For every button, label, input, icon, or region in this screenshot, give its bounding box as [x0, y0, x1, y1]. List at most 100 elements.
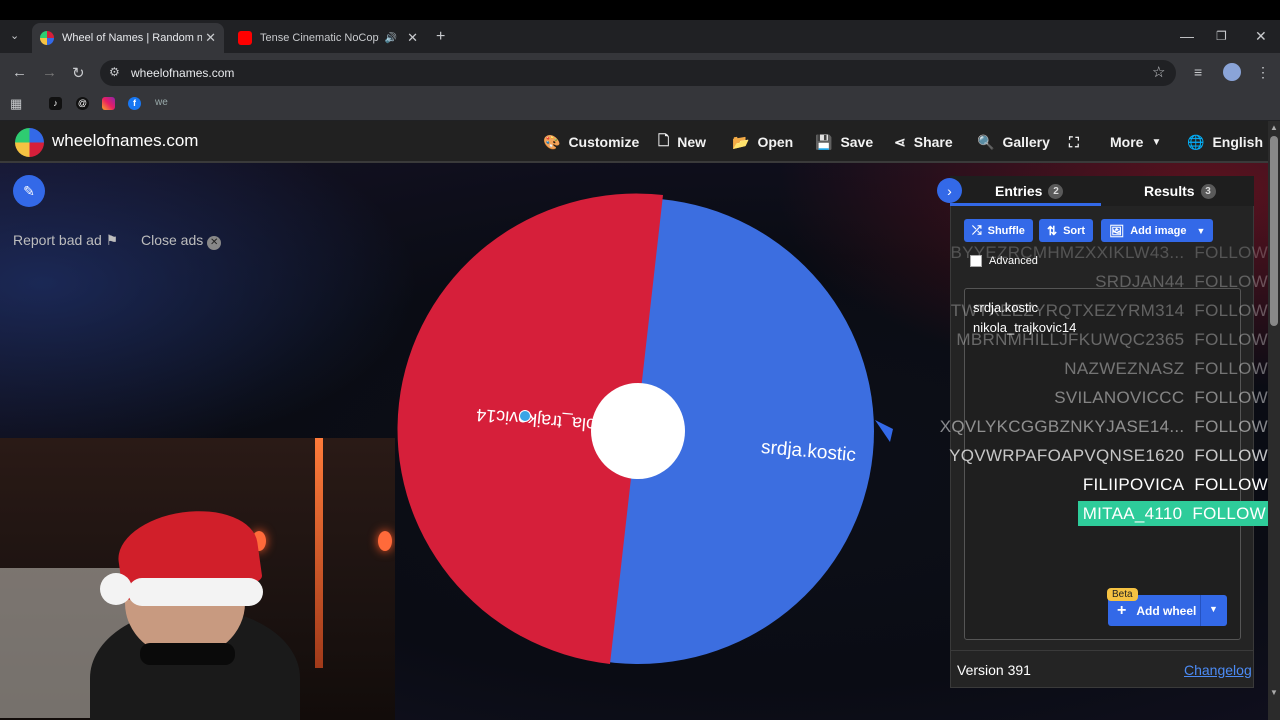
facebook-icon[interactable]: f [128, 97, 141, 110]
apps-grid-icon[interactable]: ▦ [10, 96, 22, 112]
omnibox[interactable]: ⚙ wheelofnames.com ☆ [100, 60, 1176, 86]
caret-down-icon: ▼ [1196, 225, 1206, 236]
save-icon: 💾 [815, 133, 833, 150]
webcam-overlay [0, 438, 395, 720]
shuffle-icon: ⤮ [972, 223, 982, 237]
santa-hat-trim [128, 578, 263, 606]
image-icon: 🖼 [1109, 223, 1125, 238]
tab-wheel-of-names[interactable]: Wheel of Names | Random nan ✕ [32, 23, 224, 53]
tab-results[interactable]: Results 3 [1144, 183, 1216, 199]
tab-entries[interactable]: Entries 2 [995, 183, 1064, 199]
bookmark-icon[interactable]: we [155, 97, 168, 108]
bookmark-star-icon[interactable]: ☆ [1152, 63, 1165, 81]
close-tab-icon[interactable]: ✕ [205, 30, 216, 46]
logo-icon[interactable] [15, 128, 44, 157]
close-tab-icon[interactable]: ✕ [407, 30, 418, 46]
divider [1200, 595, 1201, 626]
tab-search-icon[interactable]: ⌄ [10, 29, 19, 42]
file-icon: 🗋 [658, 132, 670, 148]
fullscreen-button[interactable]: ⛶ [1069, 133, 1087, 151]
scroll-down-icon[interactable]: ▼ [1270, 688, 1278, 697]
edit-button[interactable]: ✎ [13, 175, 45, 207]
globe-icon: 🌐 [1187, 133, 1205, 150]
close-circle-icon: ✕ [207, 236, 222, 250]
plus-icon: + [1117, 601, 1127, 619]
add-image-button[interactable]: 🖼 Add image ▼ [1101, 219, 1214, 242]
share-button[interactable]: ⋖ Share [894, 133, 953, 151]
tiktok-icon[interactable]: ♪ [49, 97, 62, 110]
chat-follow-row: FILIIPOVICA FOLLOW [1082, 475, 1268, 494]
search-icon: 🔍 [977, 133, 995, 150]
threads-icon[interactable]: @ [76, 97, 89, 110]
tab-title: Tense Cinematic NoCopyrig [260, 32, 379, 44]
version-label: Version 391 [957, 662, 1031, 678]
shuffle-button[interactable]: ⤮ Shuffle [964, 219, 1033, 242]
pencil-icon: ✎ [23, 182, 35, 199]
wheel-favicon-icon [40, 31, 54, 45]
caret-down-icon[interactable]: ▼ [1209, 604, 1218, 614]
hide-panel-button[interactable]: › [937, 178, 962, 203]
profile-avatar[interactable] [1223, 63, 1241, 81]
palette-icon: 🎨 [543, 133, 561, 150]
youtube-favicon-icon [238, 31, 252, 45]
background-glow [0, 163, 420, 463]
scroll-up-icon[interactable]: ▲ [1270, 123, 1278, 132]
beta-badge: Beta [1107, 588, 1138, 601]
tab-youtube[interactable]: Tense Cinematic NoCopyrig 🔊 ✕ [230, 23, 426, 53]
back-icon[interactable]: ← [12, 64, 27, 81]
language-button[interactable]: 🌐 English [1187, 133, 1263, 151]
chevron-right-icon: › [947, 182, 952, 199]
close-window-icon[interactable]: ✕ [1255, 28, 1267, 45]
folder-icon: 📂 [732, 133, 750, 150]
spin-wheel[interactable]: nikola_trajkovic14 srdja.kostic [380, 180, 900, 680]
mouse-cursor-icon [519, 410, 531, 422]
close-ads-link[interactable]: Close ads ✕ [141, 232, 222, 250]
chat-follow-row: BYYEZRCMHMZXXIKLW43... FOLLOW [950, 243, 1268, 262]
reload-icon[interactable]: ↻ [72, 64, 85, 82]
minimize-icon[interactable]: — [1180, 28, 1194, 44]
chat-follow-row: MBRNMHILLJFKUWQC2365 FOLLOW [956, 330, 1268, 349]
gallery-button[interactable]: 🔍 Gallery [977, 133, 1050, 151]
new-tab-icon[interactable]: + [436, 28, 445, 46]
flag-icon: ⚑ [105, 232, 119, 248]
url-text[interactable]: wheelofnames.com [131, 66, 234, 80]
sort-icon: ⇅ [1047, 223, 1058, 238]
sort-button[interactable]: ⇅ Sort [1039, 219, 1094, 242]
share-icon: ⋖ [894, 133, 906, 150]
chat-follow-row: SVILANOVICCC FOLLOW [1054, 388, 1268, 407]
entries-count-badge: 2 [1048, 183, 1064, 199]
flame-icon [378, 531, 392, 551]
media-control-icon[interactable]: ≡ [1194, 64, 1202, 80]
chat-follow-row: TWTXEEZYRQTXEZYRM314 FOLLOW [950, 301, 1268, 320]
browser-menu-icon[interactable]: ⋮ [1256, 64, 1270, 81]
divider [950, 650, 1254, 651]
report-bad-ad-link[interactable]: Report bad ad ⚑ [13, 232, 118, 249]
instagram-icon[interactable] [102, 97, 115, 110]
more-button[interactable]: More ▼ [1110, 133, 1161, 151]
chat-follow-row: YQVWRPAFOAPVQNSE1620 FOLLOW [949, 446, 1268, 465]
caret-down-icon: ▼ [1151, 136, 1162, 148]
site-info-icon[interactable]: ⚙ [109, 65, 120, 79]
santa-hat-pompom [100, 573, 132, 605]
chat-follow-row: XQVLYKCGGBZNKYJASE14... FOLLOW [939, 417, 1268, 436]
save-button[interactable]: 💾 Save [815, 133, 873, 151]
fullscreen-icon: ⛶ [1069, 133, 1079, 150]
changelog-link[interactable]: Changelog [1184, 662, 1252, 678]
speaker-icon[interactable]: 🔊 [385, 33, 397, 44]
forward-icon[interactable]: → [42, 64, 57, 81]
site-name[interactable]: wheelofnames.com [52, 131, 198, 151]
scrollbar-thumb[interactable] [1270, 136, 1278, 326]
chat-follow-row: SRDJAN44 FOLLOW [1095, 272, 1268, 291]
restore-icon[interactable]: ❐ [1216, 29, 1227, 43]
sunglasses [140, 643, 235, 665]
chat-follow-row: NAZWEZNASZ FOLLOW [1064, 359, 1268, 378]
results-count-badge: 3 [1200, 183, 1216, 199]
bookmarks-bar [0, 91, 1280, 121]
new-button[interactable]: 🗋 New [658, 132, 706, 151]
active-tab-indicator [950, 203, 1101, 206]
open-button[interactable]: 📂 Open [732, 133, 793, 151]
customize-button[interactable]: 🎨 Customize [543, 133, 639, 151]
wheel-pointer-icon [875, 420, 893, 442]
chat-follow-row-highlight: MITAA_4110 FOLLOW [1077, 501, 1270, 526]
light-strip [315, 438, 323, 668]
